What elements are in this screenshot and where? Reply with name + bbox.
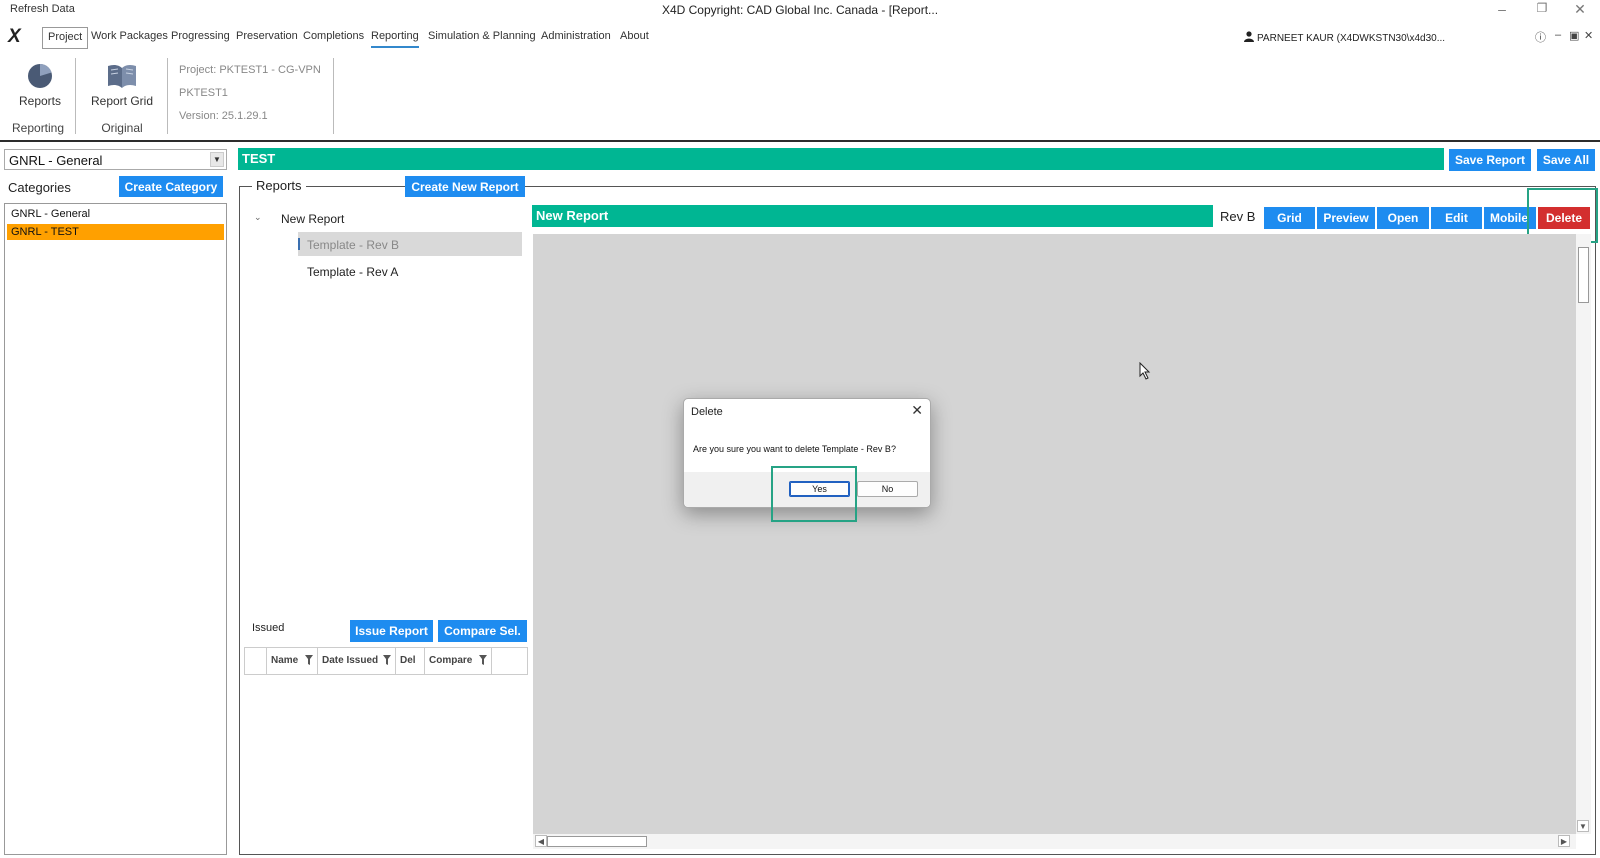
issue-report-button[interactable]: Issue Report xyxy=(350,620,433,642)
edit-button[interactable]: Edit xyxy=(1431,207,1482,229)
create-new-report-button[interactable]: Create New Report xyxy=(405,176,525,197)
compare-selected-button[interactable]: Compare Sel. xyxy=(438,620,527,642)
menu-progressing[interactable]: Progressing xyxy=(171,30,230,48)
menu-work-packages[interactable]: Work Packages xyxy=(91,30,168,48)
report-grid-ribbon-label: Report Grid xyxy=(90,94,154,108)
reports-group-label: Reports xyxy=(252,178,306,193)
grid-button[interactable]: Grid xyxy=(1264,207,1315,229)
menu-bar: X Project Work Packages Progressing Pres… xyxy=(0,26,1600,50)
preview-button[interactable]: Preview xyxy=(1317,207,1375,229)
app-window: Refresh Data X4D Copyright: CAD Global I… xyxy=(0,0,1600,858)
ribbon-separator xyxy=(333,58,334,134)
open-button[interactable]: Open xyxy=(1377,207,1429,229)
grid-column-date-issued[interactable]: Date Issued xyxy=(318,648,396,674)
save-all-button[interactable]: Save All xyxy=(1537,149,1595,171)
restore-icon[interactable]: ❐ xyxy=(1532,1,1552,15)
grid-column-name-label: Name xyxy=(271,655,299,666)
project-name: Project: PKTEST1 - CG-VPN xyxy=(179,64,321,76)
ribbon-separator xyxy=(167,58,168,134)
category-group-select[interactable]: GNRL - General ▼ xyxy=(4,149,227,170)
book-icon xyxy=(108,64,136,88)
dialog-close-icon[interactable]: ✕ xyxy=(911,402,923,419)
reports-ribbon-label: Reports xyxy=(18,94,62,108)
filter-icon[interactable] xyxy=(305,655,313,665)
chevron-down-icon[interactable]: ▼ xyxy=(210,152,224,167)
save-report-button[interactable]: Save Report xyxy=(1449,149,1531,171)
inner-restore-icon[interactable]: ▣ xyxy=(1569,29,1579,42)
filter-icon[interactable] xyxy=(479,655,487,665)
app-logo-icon: X xyxy=(8,26,21,47)
minimize-icon[interactable]: – xyxy=(1492,1,1512,17)
menu-about[interactable]: About xyxy=(620,30,649,48)
report-grid-ribbon-button[interactable]: Report Grid xyxy=(86,62,158,108)
category-item-gnrl-test[interactable]: GNRL - TEST xyxy=(7,224,224,240)
filter-icon[interactable] xyxy=(383,655,391,665)
grid-column-name[interactable]: Name xyxy=(267,648,318,674)
yes-highlight-box xyxy=(771,466,857,522)
mouse-cursor-icon xyxy=(1139,362,1151,380)
horizontal-scroll-thumb[interactable] xyxy=(547,836,647,847)
grid-column-compare[interactable]: Compare xyxy=(425,648,492,674)
tree-node-template-rev-b[interactable]: Template - Rev B xyxy=(307,238,399,252)
create-category-button[interactable]: Create Category xyxy=(119,176,223,197)
ribbon-separator xyxy=(75,58,76,134)
title-bar: Refresh Data X4D Copyright: CAD Global I… xyxy=(0,0,1600,22)
dialog-title: Delete xyxy=(691,406,723,418)
tree-expand-chevron-icon[interactable]: ⌄ xyxy=(254,212,262,223)
menu-simulation-planning[interactable]: Simulation & Planning xyxy=(428,30,536,48)
issued-grid-header: Name Date Issued Del Compare xyxy=(244,647,528,675)
dialog-no-button[interactable]: No xyxy=(857,481,918,497)
report-preview-area[interactable] xyxy=(533,234,1576,834)
grid-column-date-issued-label: Date Issued xyxy=(322,655,379,666)
tree-selection-marker xyxy=(298,238,300,250)
menu-preservation[interactable]: Preservation xyxy=(236,30,298,48)
grid-column-del-label: Del xyxy=(400,655,416,666)
scroll-right-icon[interactable]: ▶ xyxy=(1558,835,1570,847)
user-icon xyxy=(1244,31,1254,42)
close-icon[interactable]: ✕ xyxy=(1570,1,1590,18)
menu-project[interactable]: Project xyxy=(42,27,89,49)
project-code: PKTEST1 xyxy=(179,87,228,99)
horizontal-scrollbar[interactable]: ◀ ▶ xyxy=(533,834,1576,849)
grid-column-compare-label: Compare xyxy=(429,655,473,666)
version-text: Version: 25.1.29.1 xyxy=(179,110,268,122)
category-header: TEST xyxy=(238,148,1444,170)
tree-node-template-rev-a[interactable]: Template - Rev A xyxy=(307,265,398,279)
category-item-gnrl-general[interactable]: GNRL - General xyxy=(7,206,224,222)
pie-chart-icon xyxy=(28,63,52,88)
menu-completions[interactable]: Completions xyxy=(303,30,364,48)
category-list: GNRL - General GNRL - TEST xyxy=(4,203,227,855)
dialog-message: Are you sure you want to delete Template… xyxy=(693,444,896,454)
scroll-down-icon[interactable]: ▼ xyxy=(1577,820,1589,832)
current-user[interactable]: PARNEET KAUR (X4DWKSTN30\x4d30... xyxy=(1244,31,1445,44)
inner-close-icon[interactable]: ✕ xyxy=(1584,29,1593,42)
ribbon: Reports Reporting Report Grid Original P… xyxy=(0,52,1600,142)
grid-select-column xyxy=(245,648,267,674)
scroll-left-icon[interactable]: ◀ xyxy=(535,835,547,847)
user-name: PARNEET KAUR (X4DWKSTN30\x4d30... xyxy=(1257,33,1446,44)
grid-column-del[interactable]: Del xyxy=(396,648,425,674)
help-icon[interactable]: ⓘ xyxy=(1535,29,1546,45)
tree-node-new-report[interactable]: New Report xyxy=(281,212,344,226)
inner-minimize-icon[interactable]: – xyxy=(1555,29,1561,41)
ribbon-group-reporting: Reporting xyxy=(12,121,65,135)
report-view-header: New Report xyxy=(532,205,1213,227)
vertical-scroll-thumb[interactable] xyxy=(1578,247,1589,303)
category-group-value: GNRL - General xyxy=(9,153,103,168)
vertical-scrollbar[interactable]: ▼ xyxy=(1576,234,1591,834)
issued-label: Issued xyxy=(252,622,285,634)
categories-label: Categories xyxy=(8,180,71,195)
revision-label: Rev B xyxy=(1220,209,1256,224)
window-title: X4D Copyright: CAD Global Inc. Canada - … xyxy=(661,3,939,17)
menu-administration[interactable]: Administration xyxy=(541,30,611,48)
ribbon-group-original: Original xyxy=(101,121,143,135)
menu-reporting[interactable]: Reporting xyxy=(371,30,419,48)
reports-ribbon-button[interactable]: Reports xyxy=(4,62,76,108)
